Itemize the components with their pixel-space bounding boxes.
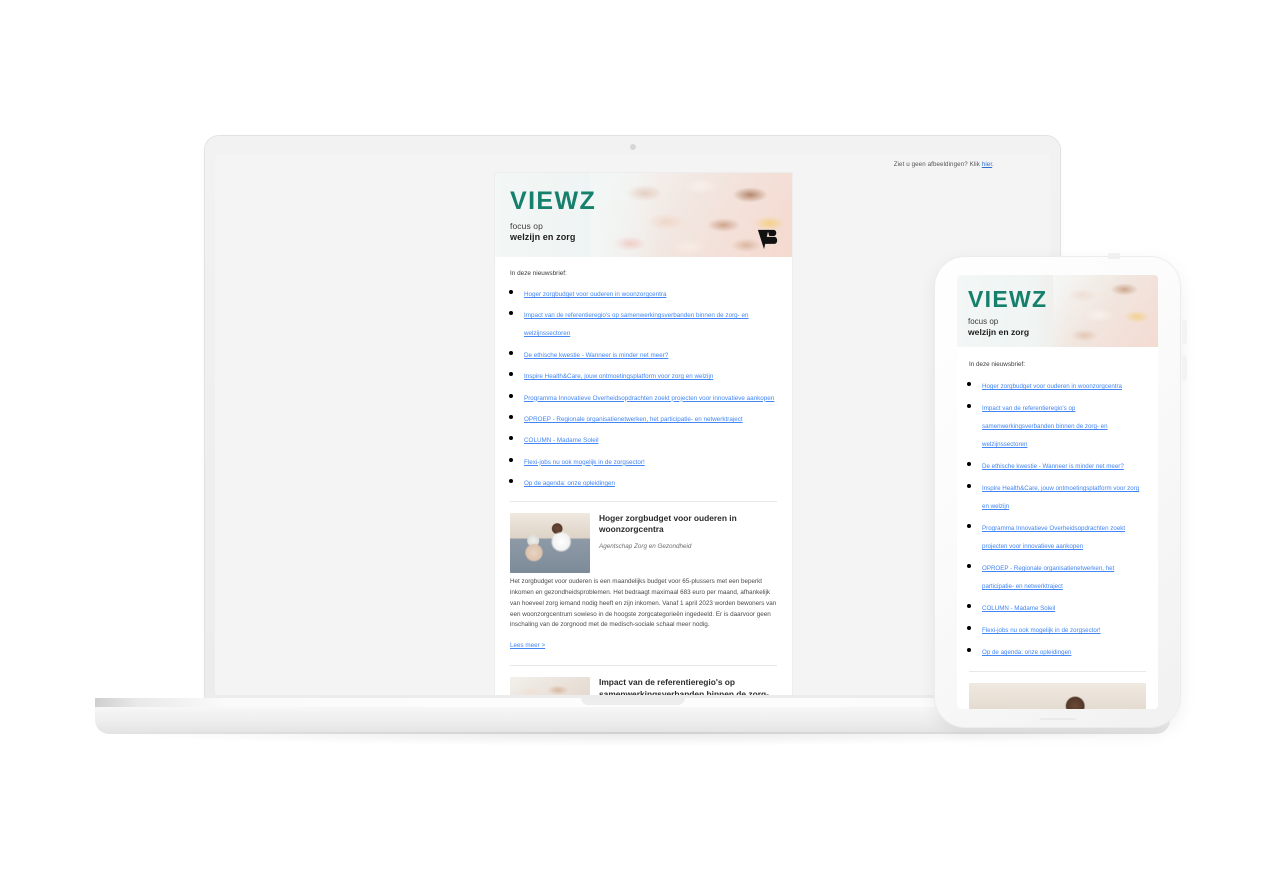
tablet-email-header-banner: VIEWZ focus op welzijn en zorg <box>957 275 1158 347</box>
article-2-image <box>510 677 590 695</box>
list-item: Programma Innovatieve Overheidsopdrachte… <box>982 517 1146 553</box>
list-item: Flexi-jobs nu ook mogelijk in de zorgsec… <box>982 619 1146 637</box>
list-item: Flexi-jobs nu ook mogelijk in de zorgsec… <box>524 451 777 469</box>
tablet-toc-link-8[interactable]: Flexi-jobs nu ook mogelijk in de zorgsec… <box>982 627 1101 634</box>
article-2-thumb[interactable] <box>510 677 590 695</box>
article-1-title[interactable]: Hoger zorgbudget voor ouderen in woonzor… <box>599 513 777 536</box>
article-1-read-more-link[interactable]: Lees meer > <box>510 642 545 649</box>
tablet-home-indicator <box>1039 717 1076 720</box>
tablet-screen[interactable]: VIEWZ focus op welzijn en zorg In deze n… <box>957 275 1158 709</box>
toc-link-8[interactable]: Flexi-jobs nu ook mogelijk in de zorgsec… <box>524 459 645 466</box>
brand-block: VIEWZ focus op welzijn en zorg <box>510 187 597 243</box>
tablet-toc-link-7[interactable]: COLUMN - Madame Soleil <box>982 605 1055 612</box>
preheader-link[interactable]: hier <box>982 161 992 168</box>
toc-link-9[interactable]: Op de agenda: onze opleidingen <box>524 480 615 487</box>
toc-link-7[interactable]: COLUMN - Madame Soleil <box>524 437 599 444</box>
brand-tagline-2: welzijn en zorg <box>510 232 576 242</box>
list-item: Inspire Health&Care, jouw ontmoetingspla… <box>982 477 1146 513</box>
list-item: De ethische kwestie - Wanneer is minder … <box>982 455 1146 473</box>
list-item: Programma Innovatieve Overheidsopdrachte… <box>524 387 777 405</box>
tablet-brand-tagline-1: focus op <box>968 317 999 326</box>
toc-link-4[interactable]: Inspire Health&Care, jouw ontmoetingspla… <box>524 373 713 380</box>
tablet-mockup: VIEWZ focus op welzijn en zorg In deze n… <box>935 253 1187 727</box>
tablet-toc-list: Hoger zorgbudget voor ouderen in woonzor… <box>969 375 1146 659</box>
list-item: Op de agenda: onze opleidingen <box>524 472 777 490</box>
list-item: Inspire Health&Care, jouw ontmoetingspla… <box>524 365 777 383</box>
article-1-source: Agentschap Zorg en Gezondheid <box>599 542 692 550</box>
list-item: COLUMN - Madame Soleil <box>982 597 1146 615</box>
list-item: Hoger zorgbudget voor ouderen in woonzor… <box>982 375 1146 393</box>
toc-intro: In deze nieuwsbrief: <box>510 270 567 277</box>
list-item: Op de agenda: onze opleidingen <box>982 641 1146 659</box>
preheader-text: Ziet u geen afbeeldingen? Klik <box>893 161 980 168</box>
laptop-hinge-notch <box>580 698 685 705</box>
vlaamse-overheid-mark-icon <box>757 228 778 251</box>
tablet-toc-link-9[interactable]: Op de agenda: onze opleidingen <box>982 649 1071 656</box>
list-item: Impact van de referentieregio's op samen… <box>524 304 777 340</box>
tablet-toc-link-2[interactable]: Impact van de referentieregio's op samen… <box>982 405 1108 448</box>
article-1: Hoger zorgbudget voor ouderen in woonzor… <box>510 502 777 574</box>
toc-link-2[interactable]: Impact van de referentieregio's op samen… <box>524 312 749 337</box>
tablet-viewz-logo: VIEWZ <box>968 286 1048 312</box>
tablet-toc-link-1[interactable]: Hoger zorgbudget voor ouderen in woonzor… <box>982 383 1122 390</box>
tablet-volume-up-button[interactable] <box>1182 319 1187 345</box>
toc-link-3[interactable]: De ethische kwestie - Wanneer is minder … <box>524 352 668 359</box>
article-2-body: Impact van de referentieregio's op samen… <box>599 677 777 695</box>
toc-link-1[interactable]: Hoger zorgbudget voor ouderen in woonzor… <box>524 291 666 298</box>
tablet-brand-tagline-2: welzijn en zorg <box>968 327 1030 337</box>
tablet-brand-block: VIEWZ focus op welzijn en zorg <box>968 286 1048 338</box>
tablet-toc-intro: In deze nieuwsbrief: <box>969 361 1026 368</box>
article-1-body: Hoger zorgbudget voor ouderen in woonzor… <box>599 513 777 573</box>
viewz-logo: VIEWZ <box>510 187 597 215</box>
email-content: In deze nieuwsbrief: Hoger zorgbudget vo… <box>495 257 792 695</box>
list-item: Impact van de referentieregio's op samen… <box>982 397 1146 451</box>
article-2-title[interactable]: Impact van de referentieregio's op samen… <box>599 677 777 695</box>
laptop-camera-icon <box>629 144 636 150</box>
tablet-toc-link-3[interactable]: De ethische kwestie - Wanneer is minder … <box>982 463 1124 470</box>
tablet-volume-down-button[interactable] <box>1182 355 1187 381</box>
email-body: VIEWZ focus op welzijn en zorg In deze n… <box>495 173 792 695</box>
tablet-power-button[interactable] <box>1108 253 1120 259</box>
article-2: Impact van de referentieregio's op samen… <box>510 666 777 695</box>
article-1-thumb[interactable] <box>510 513 590 574</box>
brand-tagline-1: focus op <box>510 221 543 231</box>
toc-link-6[interactable]: OPROEP - Regionale organisatienetwerken,… <box>524 416 743 423</box>
email-header-banner: VIEWZ focus op welzijn en zorg <box>495 173 792 257</box>
toc-list: Hoger zorgbudget voor ouderen in woonzor… <box>510 283 777 490</box>
email-viewport[interactable]: Ziet u geen afbeeldingen? Klik hier. VIE… <box>215 155 1050 695</box>
list-item: OPROEP - Regionale organisatienetwerken,… <box>982 557 1146 593</box>
article-1-text: Het zorgbudget voor ouderen is een maand… <box>510 578 777 629</box>
tablet-toc-link-5[interactable]: Programma Innovatieve Overheidsopdrachte… <box>982 525 1125 550</box>
tablet-toc-link-6[interactable]: OPROEP - Regionale organisatienetwerken,… <box>982 565 1114 590</box>
tablet-banner-photo-hands <box>1053 275 1158 347</box>
list-item: Hoger zorgbudget voor ouderen in woonzor… <box>524 283 777 301</box>
tablet-section-divider <box>969 671 1146 672</box>
mockup-stage: Ziet u geen afbeeldingen? Klik hier. VIE… <box>0 0 1280 887</box>
laptop-screen: Ziet u geen afbeeldingen? Klik hier. VIE… <box>215 155 1050 695</box>
laptop-mockup: Ziet u geen afbeeldingen? Klik hier. VIE… <box>95 136 1170 746</box>
tablet-email-content: In deze nieuwsbrief: Hoger zorgbudget vo… <box>957 347 1158 659</box>
article-1-image <box>510 513 590 574</box>
list-item: De ethische kwestie - Wanneer is minder … <box>524 344 777 362</box>
tablet-toc-link-4[interactable]: Inspire Health&Care, jouw ontmoetingspla… <box>982 485 1139 510</box>
list-item: COLUMN - Madame Soleil <box>524 429 777 447</box>
laptop-shadow <box>110 732 1155 746</box>
preheader-suffix: . <box>992 161 994 168</box>
list-item: OPROEP - Regionale organisatienetwerken,… <box>524 408 777 426</box>
tablet-article-1-image[interactable] <box>969 683 1146 709</box>
toc-link-5[interactable]: Programma Innovatieve Overheidsopdrachte… <box>524 395 774 402</box>
preheader-bar: Ziet u geen afbeeldingen? Klik hier. <box>215 155 1050 173</box>
banner-gradient-overlay <box>590 173 660 257</box>
